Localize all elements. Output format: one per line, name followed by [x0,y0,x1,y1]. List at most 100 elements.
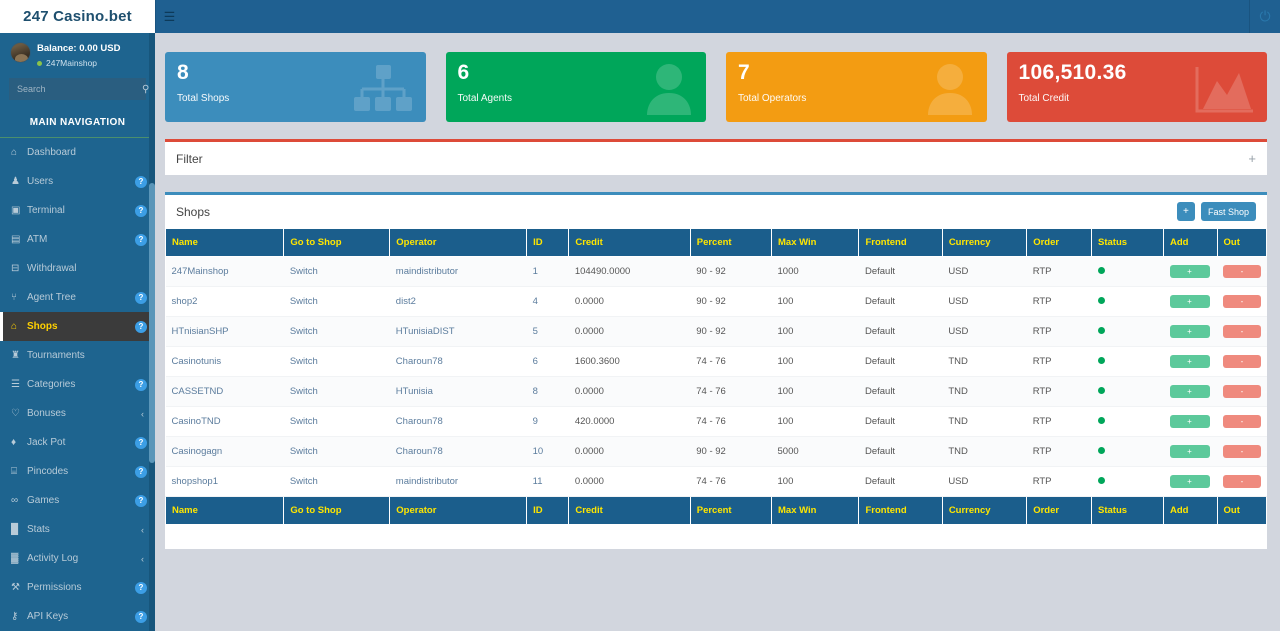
cell-go-to-shop[interactable]: Switch [283,376,390,407]
sidebar-item-api-keys[interactable]: ⚷ API Keys? [0,602,155,631]
column-header-percent[interactable]: Percent [689,228,773,257]
sidebar-item-shops[interactable]: ⌂ Shops? [0,312,155,341]
remove-credit-button[interactable]: - [1223,325,1262,338]
cell-operator[interactable]: HTunisia [389,376,527,407]
add-credit-button[interactable]: + [1169,445,1210,458]
column-header-frontend[interactable]: Frontend [858,228,943,257]
cell-id[interactable]: 9 [526,406,569,437]
sidebar-item-help-badge[interactable]: ? [135,175,147,188]
cell-go-to-shop[interactable]: Switch [283,286,390,317]
cell-operator[interactable]: Charoun78 [389,436,527,467]
cell-name[interactable]: CasinoTND [165,406,284,437]
cell-name[interactable]: HTnisianSHP [165,316,284,347]
sidebar-item-stats[interactable]: █ Stats ‹ [0,515,155,544]
column-header-go-to-shop[interactable]: Go to Shop [283,496,391,525]
sidebar-item-categories[interactable]: ☰ Categories? [0,370,155,399]
remove-credit-button[interactable]: - [1223,295,1262,308]
column-header-credit[interactable]: Credit [568,496,691,525]
fast-shop-button[interactable]: Fast Shop [1200,202,1256,221]
column-header-order[interactable]: Order [1026,228,1092,257]
cell-go-to-shop[interactable]: Switch [283,436,390,467]
add-credit-button[interactable]: + [1169,265,1210,278]
remove-credit-button[interactable]: - [1223,415,1262,428]
sidebar-item-atm[interactable]: ▤ ATM? [0,225,155,254]
remove-credit-button[interactable]: - [1223,475,1262,488]
column-header-status[interactable]: Status [1090,228,1165,257]
column-header-frontend[interactable]: Frontend [858,496,943,525]
search-input[interactable] [9,78,142,100]
remove-credit-button[interactable]: - [1223,355,1262,368]
column-header-out[interactable]: Out [1216,496,1268,525]
sidebar-item-help-badge[interactable]: ? [135,494,147,507]
remove-credit-button[interactable]: - [1223,265,1262,278]
column-header-id[interactable]: ID [526,496,570,525]
sidebar-item-tournaments[interactable]: ♜ Tournaments [0,341,155,370]
column-header-status[interactable]: Status [1090,496,1165,525]
cell-operator[interactable]: dist2 [389,286,527,317]
cell-go-to-shop[interactable]: Switch [283,316,390,347]
sidebar-item-help-badge[interactable]: ? [135,465,147,478]
app-logo[interactable]: 247 Casino.bet [0,0,155,33]
column-header-operator[interactable]: Operator [389,228,528,257]
column-header-name[interactable]: Name [164,496,285,525]
cell-id[interactable]: 6 [526,346,569,377]
sidebar-item-help-badge[interactable]: ? [135,378,147,391]
cell-operator[interactable]: Charoun78 [389,346,527,377]
add-credit-button[interactable]: + [1169,325,1210,338]
column-header-max-win[interactable]: Max Win [771,496,860,525]
cell-operator[interactable]: maindistributor [389,256,527,287]
cell-operator[interactable]: Charoun78 [389,406,527,437]
column-header-add[interactable]: Add [1163,496,1218,525]
column-header-percent[interactable]: Percent [689,496,773,525]
add-credit-button[interactable]: + [1169,415,1210,428]
cell-operator[interactable]: HTunisiaDIST [389,316,527,347]
column-header-max-win[interactable]: Max Win [771,228,860,257]
sidebar-item-help-badge[interactable]: ? [135,436,147,449]
sidebar-item-help-badge[interactable]: ? [135,291,147,304]
remove-credit-button[interactable]: - [1223,445,1262,458]
sidebar-item-users[interactable]: ♟ Users? [0,167,155,196]
sidebar-item-pincodes[interactable]: ⌸ Pincodes? [0,457,155,486]
sidebar-item-activity-log[interactable]: ▓ Activity Log ‹ [0,544,155,573]
column-header-out[interactable]: Out [1216,228,1268,257]
cell-id[interactable]: 5 [526,316,569,347]
plus-icon[interactable]: + [1248,151,1256,166]
sidebar-item-bonuses[interactable]: ♡ Bonuses ‹ [0,399,155,428]
cell-name[interactable]: Casinotunis [165,346,284,377]
cell-id[interactable]: 4 [526,286,569,317]
sidebar-item-permissions[interactable]: ⚒ Permissions? [0,573,155,602]
cell-go-to-shop[interactable]: Switch [283,346,390,377]
hamburger-icon[interactable]: ☰ [156,0,183,33]
column-header-currency[interactable]: Currency [941,496,1028,525]
sidebar-item-help-badge[interactable]: ? [135,233,147,246]
cell-name[interactable]: CASSETND [165,376,284,407]
power-icon[interactable]: ⏻ [1249,0,1280,33]
cell-go-to-shop[interactable]: Switch [283,406,390,437]
sidebar-item-dashboard[interactable]: ⌂ Dashboard [0,138,155,167]
column-header-id[interactable]: ID [526,228,570,257]
cell-id[interactable]: 11 [526,466,569,497]
sidebar-item-help-badge[interactable]: ? [135,204,147,217]
column-header-credit[interactable]: Credit [568,228,691,257]
sidebar-item-help-badge[interactable]: ? [135,320,147,333]
add-credit-button[interactable]: + [1169,385,1210,398]
cell-name[interactable]: Casinogagn [165,436,284,467]
column-header-operator[interactable]: Operator [389,496,528,525]
column-header-go-to-shop[interactable]: Go to Shop [283,228,391,257]
add-credit-button[interactable]: + [1169,355,1210,368]
cell-id[interactable]: 1 [526,256,569,287]
sidebar-item-withdrawal[interactable]: ⊟ Withdrawal [0,254,155,283]
add-shop-button[interactable]: + [1176,202,1195,221]
sidebar-item-help-badge[interactable]: ? [135,581,147,594]
cell-go-to-shop[interactable]: Switch [283,466,390,497]
cell-go-to-shop[interactable]: Switch [283,256,390,287]
cell-name[interactable]: shopshop1 [165,466,284,497]
sidebar-item-jack-pot[interactable]: ♦ Jack Pot? [0,428,155,457]
cell-name[interactable]: 247Mainshop [165,256,284,287]
remove-credit-button[interactable]: - [1223,385,1262,398]
column-header-currency[interactable]: Currency [941,228,1028,257]
cell-name[interactable]: shop2 [165,286,284,317]
cell-id[interactable]: 10 [526,436,569,467]
column-header-order[interactable]: Order [1026,496,1092,525]
sidebar-item-games[interactable]: ∞ Games? [0,486,155,515]
